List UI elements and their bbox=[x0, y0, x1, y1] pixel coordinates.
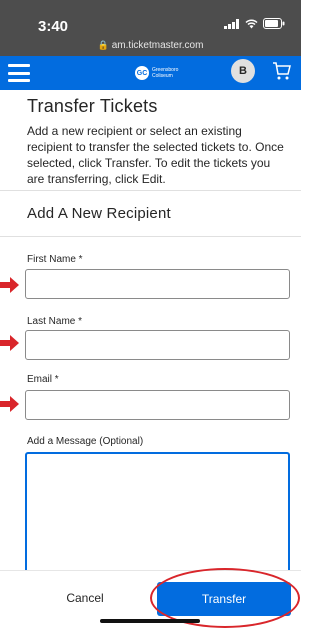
last-name-field[interactable] bbox=[25, 330, 290, 360]
divider bbox=[0, 190, 301, 191]
message-label: Add a Message (Optional) bbox=[27, 436, 144, 447]
first-name-label: First Name * bbox=[27, 254, 83, 265]
message-textarea[interactable] bbox=[25, 452, 290, 572]
email-label: Email * bbox=[27, 374, 59, 385]
brand-badge: GC bbox=[135, 66, 149, 80]
arrow-icon bbox=[0, 277, 19, 293]
battery-icon bbox=[263, 18, 285, 29]
top-nav: GC Greensboro Coliseum bbox=[0, 56, 301, 90]
cart-icon[interactable] bbox=[271, 60, 293, 82]
page-title: Transfer Tickets bbox=[27, 96, 158, 116]
email-field[interactable] bbox=[25, 390, 290, 420]
menu-icon[interactable] bbox=[8, 64, 30, 82]
intro-text: Add a new recipient or select an existin… bbox=[27, 124, 284, 186]
status-icons bbox=[224, 18, 285, 29]
wifi-icon bbox=[245, 19, 258, 28]
first-name-field[interactable] bbox=[25, 269, 290, 299]
status-time: 3:40 bbox=[38, 18, 69, 35]
lock-icon: 🔒 bbox=[97, 40, 109, 50]
status-bar: 3:40 🔒 am.ticketmaster.com bbox=[0, 0, 301, 56]
divider bbox=[0, 236, 301, 237]
url-text: am.ticketmaster.com bbox=[111, 40, 204, 51]
brand-logo[interactable]: GC Greensboro Coliseum bbox=[135, 66, 182, 80]
brand-name: Greensboro Coliseum bbox=[152, 67, 179, 79]
home-indicator[interactable] bbox=[100, 619, 200, 623]
arrow-icon bbox=[0, 335, 19, 351]
last-name-label: Last Name * bbox=[27, 316, 83, 327]
arrow-icon bbox=[0, 396, 19, 412]
section-title: Add A New Recipient bbox=[27, 205, 171, 222]
cancel-button[interactable]: Cancel bbox=[40, 591, 130, 605]
signal-icon bbox=[224, 18, 239, 29]
avatar[interactable]: B bbox=[231, 59, 255, 83]
url-bar[interactable]: 🔒 am.ticketmaster.com bbox=[0, 40, 301, 51]
